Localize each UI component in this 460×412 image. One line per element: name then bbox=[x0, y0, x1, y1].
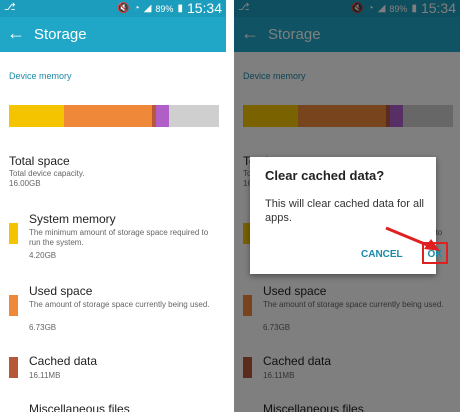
page-title: Storage bbox=[34, 26, 87, 43]
total-space-title: Total space bbox=[9, 154, 70, 168]
app-bar: ← Storage bbox=[0, 17, 226, 52]
dialog-message: This will clear cached data for all apps… bbox=[265, 198, 424, 224]
total-space-value: 16.00GB bbox=[9, 179, 41, 188]
color-swatch bbox=[9, 357, 18, 378]
item-value: 4.20GB bbox=[29, 251, 57, 260]
usage-segment-misc bbox=[155, 105, 169, 127]
item-desc: The minimum amount of storage space requ… bbox=[29, 228, 209, 247]
item-value: 16.11MB bbox=[29, 371, 61, 380]
battery-icon: ▮ bbox=[177, 2, 183, 14]
storage-screen-right: ⎇ 🔇 ◔ ◢ 89% ▮ 15:34 ← Storage Device mem… bbox=[234, 0, 460, 412]
item-title: Miscellaneous files bbox=[29, 402, 130, 412]
storage-content: Device memory Total space Total device c… bbox=[0, 52, 226, 412]
item-title: Used space bbox=[29, 284, 93, 298]
storage-screen-left: ⎇ 🔇 ◔ ◢ 89% ▮ 15:34 ← Storage Device mem… bbox=[0, 0, 226, 412]
wifi-icon: ◔ bbox=[133, 2, 140, 14]
divider bbox=[226, 0, 234, 412]
battery-percent: 89% bbox=[155, 3, 174, 14]
status-bar: ⎇ 🔇 ◔ ◢ 89% ▮ 15:34 bbox=[0, 0, 226, 17]
color-swatch bbox=[9, 223, 18, 244]
back-arrow-icon[interactable]: ← bbox=[7, 23, 25, 43]
item-value: 6.73GB bbox=[29, 323, 57, 332]
usage-segment-free bbox=[168, 105, 219, 127]
total-space-desc: Total device capacity. bbox=[9, 169, 85, 178]
item-title: Cached data bbox=[29, 354, 98, 368]
usage-segment-system bbox=[9, 105, 64, 127]
dialog-title: Clear cached data? bbox=[265, 168, 385, 183]
section-label: Device memory bbox=[9, 71, 72, 81]
notification-icon: ⎇ bbox=[4, 2, 16, 13]
item-desc: The amount of storage space currently be… bbox=[29, 300, 210, 309]
color-swatch bbox=[9, 295, 18, 316]
signal-icon: ◢ bbox=[143, 2, 152, 14]
clock: 15:34 bbox=[186, 0, 222, 16]
clear-cache-dialog: Clear cached data? This will clear cache… bbox=[250, 157, 448, 274]
red-arrow-annotation bbox=[385, 226, 440, 251]
arrow-shaft bbox=[385, 226, 433, 249]
storage-usage-bar bbox=[9, 105, 219, 127]
item-title: System memory bbox=[29, 212, 116, 226]
mute-icon: 🔇 bbox=[117, 2, 130, 14]
usage-segment-used bbox=[63, 105, 152, 127]
